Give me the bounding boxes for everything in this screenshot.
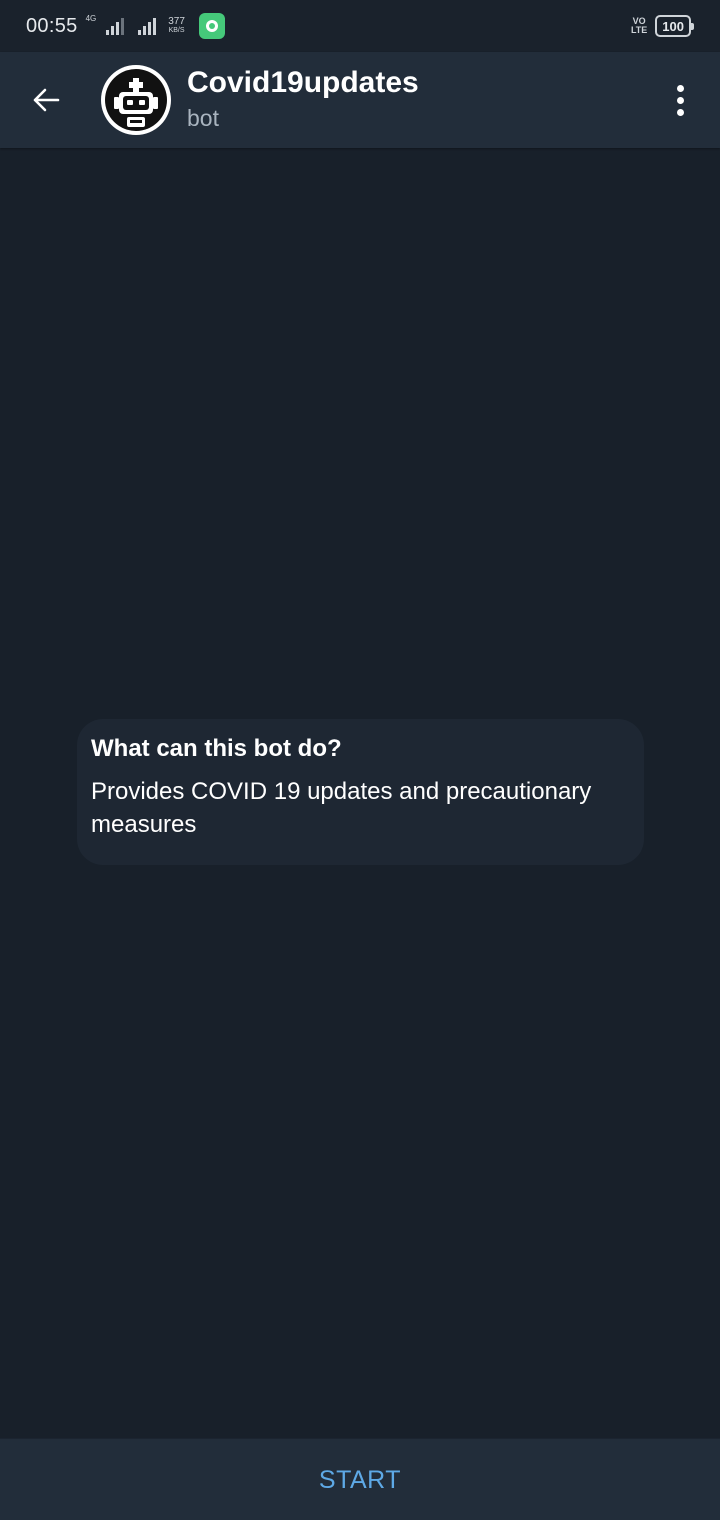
chat-screen: 00:55 4G 377 KB/S VO LTE 100 Covid19upda… <box>0 0 720 1520</box>
arrow-left-icon <box>33 88 60 112</box>
battery-tip <box>691 22 694 30</box>
network-speed-unit: KB/S <box>168 27 185 34</box>
battery-level: 100 <box>655 15 691 37</box>
network-type-label: 4G <box>85 13 97 23</box>
more-options-button[interactable] <box>660 76 700 124</box>
status-time: 00:55 <box>26 14 78 37</box>
notification-app-icon <box>198 13 225 39</box>
bot-avatar[interactable] <box>101 65 171 135</box>
more-vertical-icon <box>676 84 684 92</box>
start-button[interactable]: START <box>279 1452 441 1509</box>
network-speed-value: 377 <box>168 16 185 27</box>
volte-icon: VO LTE <box>631 17 647 35</box>
back-button[interactable] <box>22 76 70 124</box>
status-left: 00:55 4G 377 KB/S <box>26 13 225 39</box>
more-vertical-icon-dot <box>676 108 684 116</box>
chat-title[interactable]: Covid19updates <box>187 66 419 100</box>
battery-icon: 100 <box>655 15 694 37</box>
bot-info-description: Provides COVID 19 updates and precaution… <box>91 778 592 838</box>
signal-strength-icon <box>106 17 125 35</box>
volte-bottom-label: LTE <box>630 25 648 35</box>
chat-header: Covid19updates bot <box>0 52 720 148</box>
network-speed: 377 KB/S <box>168 17 185 35</box>
bot-info-card: What can this bot do? Provides COVID 19 … <box>77 719 644 865</box>
signal-strength-icon-2 <box>138 17 157 35</box>
bot-info-title: What can this bot do? <box>91 735 342 762</box>
chat-subtitle: bot <box>187 105 219 131</box>
status-right: VO LTE 100 <box>631 15 694 37</box>
status-bar: 00:55 4G 377 KB/S VO LTE 100 <box>0 0 720 52</box>
bottom-action-bar: START <box>0 1438 720 1520</box>
robot-icon <box>105 69 167 131</box>
more-vertical-icon-dot <box>676 96 684 104</box>
